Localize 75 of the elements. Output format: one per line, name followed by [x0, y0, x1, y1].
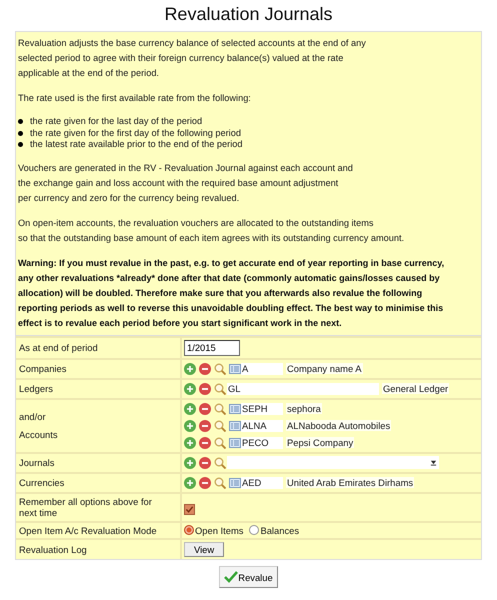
list-item-text: the rate given for the first day of the following period: [30, 128, 241, 139]
code-field[interactable]: PECO: [241, 436, 283, 448]
name-text: ALNabooda Automobiles: [286, 420, 392, 431]
bullet-icon: [18, 119, 23, 124]
info-text: per currency and zero for the currency being revalued.: [18, 192, 240, 205]
info-text: On open-item accounts, the revaluation vouchers are allocated to the outstanding items: [18, 216, 374, 230]
info-text: The rate used is the first available rate from the following:: [18, 92, 252, 105]
info-text: selected period to agree with their foreign currency balance(s) valued at the rate: [18, 52, 344, 65]
add-icon[interactable]: [184, 402, 196, 414]
list-item-text: the latest rate available prior to the end of the period: [30, 139, 242, 150]
add-icon[interactable]: [184, 362, 196, 374]
search-icon[interactable]: [214, 436, 226, 448]
radio-label[interactable]: Balances: [260, 524, 300, 536]
radio-button[interactable]: [249, 525, 260, 536]
field-label: Revaluation Log: [19, 544, 88, 556]
period-field[interactable]: 1/2015: [184, 340, 240, 356]
list-icon[interactable]: [229, 436, 241, 448]
info-text: the exchange gain and loss account with the required base amount adjustment: [18, 176, 340, 190]
remove-icon[interactable]: [199, 362, 211, 374]
remove-icon[interactable]: [199, 476, 211, 488]
field-label: Currencies: [19, 476, 66, 488]
info-text: so that the outstanding base amount of each item agrees with its outstanding currency amount.: [18, 232, 406, 245]
name-text: General Ledger: [382, 383, 450, 394]
name-text: Company name A: [286, 363, 363, 374]
search-icon[interactable]: [214, 420, 226, 432]
remove-icon[interactable]: [199, 402, 211, 414]
name-text: Pepsi Company: [286, 437, 354, 448]
remove-icon[interactable]: [199, 436, 211, 448]
remove-icon[interactable]: [199, 456, 211, 468]
search-icon[interactable]: [214, 382, 226, 394]
info-text: Vouchers are generated in the RV - Revaluation Journal against each account and: [18, 162, 354, 175]
field-label: Ledgers: [19, 382, 54, 394]
radio-label[interactable]: Open Items: [195, 524, 244, 536]
field-label: and/or: [19, 410, 47, 422]
field-label: As at end of period: [19, 342, 99, 354]
list-item-text: the rate given for the last day of the period: [30, 116, 202, 128]
bullet-icon: [18, 142, 23, 148]
bullet-icon: [18, 130, 23, 136]
checkbox[interactable]: [184, 504, 195, 514]
add-icon[interactable]: [184, 436, 196, 448]
field-label: Open Item A/c Revaluation Mode: [19, 524, 158, 536]
list-icon[interactable]: [229, 362, 241, 374]
field-label: Accounts: [19, 428, 59, 440]
info-text: applicable at the end of the period.: [18, 67, 160, 80]
radio-button[interactable]: [184, 525, 194, 536]
add-icon[interactable]: [184, 420, 196, 432]
name-text: sephora: [286, 403, 322, 414]
search-icon[interactable]: [214, 362, 226, 374]
view-button[interactable]: View: [184, 542, 224, 557]
field-label: Companies: [19, 362, 68, 374]
code-field[interactable]: ALNA: [241, 420, 283, 432]
add-icon[interactable]: [184, 476, 196, 488]
list-icon[interactable]: [229, 476, 241, 488]
info-text: Revaluation adjusts the base currency balance of selected accounts at the end of any: [18, 37, 367, 50]
page-title: Revaluation Journals: [163, 4, 334, 25]
code-field[interactable]: SEPH: [241, 402, 283, 414]
search-icon[interactable]: [214, 456, 226, 468]
name-text: United Arab Emirates Dirhams: [286, 477, 414, 488]
add-icon[interactable]: [184, 456, 196, 468]
dropdown-arrow-icon: [430, 459, 437, 466]
revalue-button[interactable]: Revalue: [219, 566, 278, 588]
field-label: Remember all options above for next time: [19, 496, 153, 518]
list-icon[interactable]: [229, 402, 241, 414]
field-label: Journals: [19, 456, 56, 468]
remove-icon[interactable]: [199, 420, 211, 432]
list-icon[interactable]: [229, 420, 241, 432]
code-field[interactable]: AED: [241, 476, 283, 488]
warning-text: Warning: If you must revalue in the past, e.g. to get accurate end of year reporting in base currency, any other revaluations *already* done after that date (commonly automatic gains/losses caused by allocation) will be doubled. Therefore make sure that you afterwards also revalue the following reporting periods as well to reverse this unavoidable doubling effect. The best way to minimise this effect is to revalue each period before you start significant work in the next.: [18, 256, 446, 330]
check-icon: [224, 571, 238, 583]
search-icon[interactable]: [214, 476, 226, 488]
code-field[interactable]: A: [241, 362, 283, 374]
search-icon[interactable]: [214, 402, 226, 414]
remove-icon[interactable]: [199, 382, 211, 394]
add-icon[interactable]: [184, 382, 196, 394]
code-field[interactable]: GL: [227, 382, 379, 394]
